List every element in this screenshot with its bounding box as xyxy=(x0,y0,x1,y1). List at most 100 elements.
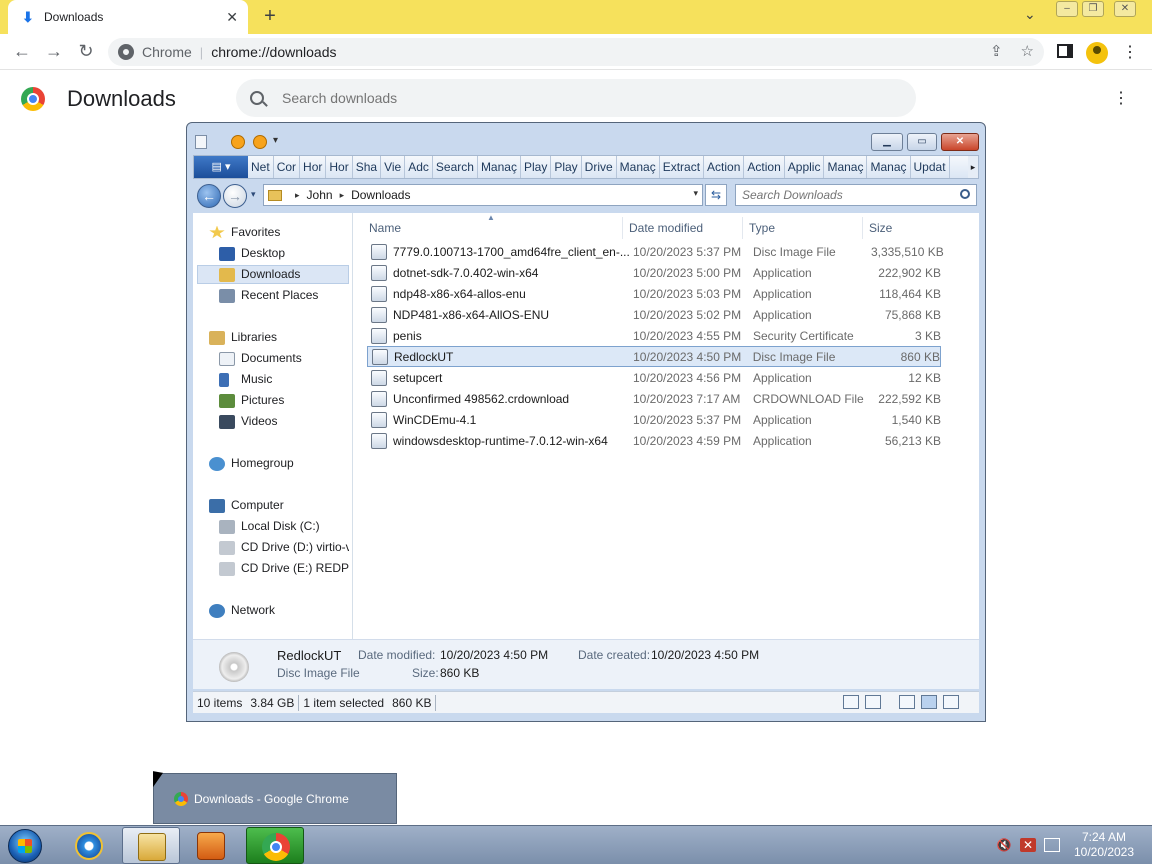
downloads-search[interactable] xyxy=(236,79,916,117)
file-row[interactable]: Unconfirmed 498562.crdownload 10/20/2023 … xyxy=(367,388,941,409)
column-type[interactable]: Type xyxy=(743,217,863,239)
nav-network[interactable]: Network xyxy=(209,601,275,620)
back-button[interactable]: ← xyxy=(10,40,34,64)
explorer-minimize-button[interactable]: ▁ xyxy=(871,133,903,151)
quick-access-dropdown-icon[interactable]: ▾ xyxy=(273,135,278,146)
nav-cd-drive-e[interactable]: CD Drive (E:) REDPIL xyxy=(219,559,349,578)
ribbon-tab[interactable]: Drive xyxy=(582,156,617,178)
ribbon-tab[interactable]: Net xyxy=(248,156,274,178)
start-button[interactable] xyxy=(8,829,42,863)
explorer-maximize-button[interactable]: ▭ xyxy=(907,133,937,151)
ribbon-tab[interactable]: Manaç xyxy=(824,156,868,178)
ribbon-tab[interactable]: Applic xyxy=(785,156,825,178)
ribbon-tab[interactable]: Sha xyxy=(353,156,382,178)
breadcrumb-chevron-icon[interactable]: ▸ xyxy=(340,190,345,201)
details-view-icon[interactable] xyxy=(843,695,859,709)
nav-homegroup[interactable]: Homegroup xyxy=(209,454,294,473)
nav-documents[interactable]: Documents xyxy=(219,349,302,368)
nav-local-disk[interactable]: Local Disk (C:) xyxy=(219,517,320,536)
nav-music[interactable]: Music xyxy=(219,370,272,389)
explorer-search-input[interactable] xyxy=(742,188,942,202)
column-date-modified[interactable]: Date modified xyxy=(623,217,743,239)
quick-access-newfolder-icon[interactable] xyxy=(253,135,267,149)
share-icon[interactable]: ⇪ xyxy=(990,42,1003,60)
bookmark-star-icon[interactable]: ☆ xyxy=(1021,42,1034,60)
file-row[interactable]: RedlockUT 10/20/2023 4:50 PM Disc Image Fi… xyxy=(367,346,941,367)
ribbon-tab[interactable]: Action xyxy=(744,156,785,178)
ribbon-tab[interactable]: Manaç xyxy=(867,156,911,178)
forward-button[interactable]: → xyxy=(42,40,66,64)
nav-recent-places[interactable]: Recent Places xyxy=(219,286,318,305)
nav-favorites[interactable]: Favorites xyxy=(209,223,280,242)
nav-libraries[interactable]: Libraries xyxy=(209,328,277,347)
ribbon-tab[interactable]: Play xyxy=(521,156,552,178)
window-system-icon[interactable] xyxy=(195,135,207,149)
window-restore-button[interactable]: ❐ xyxy=(1082,1,1104,17)
tab-search-chevron-icon[interactable]: ⌄ xyxy=(1024,6,1036,23)
file-row[interactable]: dotnet-sdk-7.0.402-win-x64 10/20/2023 5:0… xyxy=(367,262,941,283)
ribbon-app-menu-button[interactable]: ▤ ▾ xyxy=(194,156,248,178)
file-row[interactable]: NDP481-x86-x64-AllOS-ENU 10/20/2023 5:02 … xyxy=(367,304,941,325)
recent-locations-dropdown-icon[interactable]: ▾ xyxy=(251,189,256,200)
network-status-icon[interactable] xyxy=(1044,838,1060,852)
column-name[interactable]: Name xyxy=(363,217,623,239)
nav-computer[interactable]: Computer xyxy=(209,496,284,515)
ribbon-tab[interactable]: Action xyxy=(704,156,745,178)
file-row[interactable]: windowsdesktop-runtime-7.0.12-win-x64 10/… xyxy=(367,430,941,451)
side-panel-icon[interactable] xyxy=(1057,44,1073,58)
taskbar-thumbnail-preview[interactable]: Downloads - Google Chrome xyxy=(153,773,397,824)
large-icons-view-icon[interactable] xyxy=(865,695,881,709)
taskbar-media-player[interactable] xyxy=(182,827,240,864)
ribbon-tab[interactable]: Hor xyxy=(326,156,353,178)
ribbon-tab[interactable]: Extract xyxy=(660,156,705,178)
ribbon-tab[interactable]: Updat xyxy=(911,156,950,178)
profile-avatar[interactable] xyxy=(1086,42,1108,64)
volume-muted-icon[interactable]: 🔇 xyxy=(996,838,1012,852)
tab-close-icon[interactable]: ✕ xyxy=(226,9,238,26)
breadcrumb-chevron-icon[interactable]: ▸ xyxy=(295,190,300,201)
taskbar-chrome[interactable] xyxy=(246,827,304,864)
file-row[interactable]: setupcert 10/20/2023 4:56 PM Application 12… xyxy=(367,367,941,388)
ribbon-tab[interactable]: Manaç xyxy=(478,156,521,178)
tab-downloads[interactable]: ⬇ Downloads ✕ xyxy=(8,0,248,34)
explorer-back-button[interactable]: ← xyxy=(197,184,221,208)
explorer-forward-button[interactable]: → xyxy=(223,184,247,208)
nav-pictures[interactable]: Pictures xyxy=(219,391,284,410)
ribbon-tab[interactable]: Search xyxy=(433,156,478,178)
chrome-menu-icon[interactable]: ⋮ xyxy=(1122,42,1138,62)
downloads-menu-icon[interactable]: ⋮ xyxy=(1113,88,1129,108)
ribbon-tab[interactable]: Play xyxy=(551,156,582,178)
action-center-warning-icon[interactable]: ✕ xyxy=(1020,838,1036,852)
file-row[interactable]: 7779.0.100713-1700_amd64fre_client_en-..… xyxy=(367,241,944,262)
file-row[interactable]: penis 10/20/2023 4:55 PM Security Certific… xyxy=(367,325,941,346)
window-minimize-button[interactable]: – xyxy=(1056,1,1078,17)
navigation-pane-toggle-icon[interactable] xyxy=(943,695,959,709)
downloads-search-input[interactable] xyxy=(282,90,782,106)
taskbar-file-explorer[interactable] xyxy=(122,827,180,864)
file-row[interactable]: WinCDEmu-4.1 10/20/2023 5:37 PM Applicatio… xyxy=(367,409,941,430)
refresh-icon[interactable]: ⇆ xyxy=(705,184,727,206)
address-dropdown-icon[interactable]: ▾ xyxy=(693,188,698,199)
nav-desktop[interactable]: Desktop xyxy=(219,244,285,263)
ribbon-tab[interactable]: Cor xyxy=(274,156,301,178)
reload-button[interactable]: ↻ xyxy=(74,40,98,64)
quick-access-properties-icon[interactable] xyxy=(231,135,245,149)
ribbon-scroll-right-icon[interactable]: ▸ xyxy=(968,156,978,178)
file-row[interactable]: ndp48-x86-x64-allos-enu 10/20/2023 5:03 P… xyxy=(367,283,941,304)
nav-downloads[interactable]: Downloads xyxy=(197,265,349,284)
window-close-button[interactable]: ✕ xyxy=(1114,1,1136,17)
preview-pane-icon[interactable] xyxy=(899,695,915,709)
ribbon-tab[interactable]: Hor xyxy=(300,156,327,178)
system-clock[interactable]: 7:24 AM 10/20/2023 xyxy=(1066,830,1142,860)
ribbon-tab[interactable]: Vie xyxy=(381,156,406,178)
taskbar-internet-explorer[interactable] xyxy=(60,827,118,864)
breadcrumb-john[interactable]: John xyxy=(307,188,333,202)
new-tab-button[interactable]: + xyxy=(258,5,282,29)
explorer-close-button[interactable]: ✕ xyxy=(941,133,979,151)
address-bar[interactable]: Chrome | chrome://downloads ⇪ ☆ xyxy=(108,38,1044,66)
column-size[interactable]: Size xyxy=(863,217,943,239)
explorer-address-box[interactable]: ▸ John ▸ Downloads ▾ xyxy=(263,184,703,206)
details-pane-toggle-icon[interactable] xyxy=(921,695,937,709)
breadcrumb-downloads[interactable]: Downloads xyxy=(351,188,410,202)
ribbon-tab[interactable]: Adc xyxy=(405,156,433,178)
